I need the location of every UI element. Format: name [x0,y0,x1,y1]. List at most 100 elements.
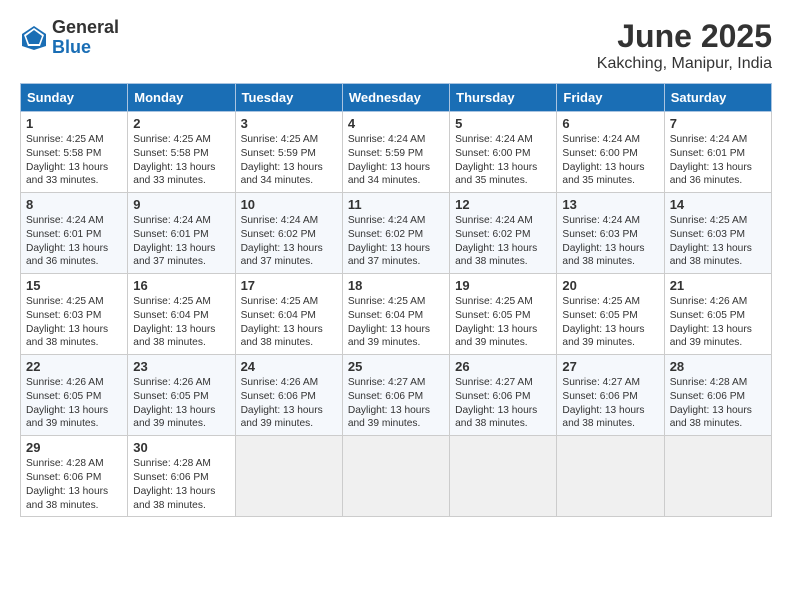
calendar-cell: 5 Sunrise: 4:24 AMSunset: 6:00 PMDaylight… [450,112,557,193]
day-number: 1 [26,116,122,131]
calendar-table: Sunday Monday Tuesday Wednesday Thursday… [20,83,772,517]
calendar-row-3: 22Sunrise: 4:26 AMSunset: 6:05 PMDayligh… [21,355,772,436]
day-number: 29 [26,440,122,455]
day-number: 6 [562,116,658,131]
day-info: Sunrise: 4:24 AMSunset: 5:59 PMDaylight:… [348,133,444,188]
day-info: Sunrise: 4:25 AMSunset: 6:03 PMDaylight:… [26,295,122,350]
day-info: Sunrise: 4:25 AMSunset: 5:59 PMDaylight:… [241,133,337,188]
day-number: 7 [670,116,766,131]
day-info: Sunrise: 4:26 AMSunset: 6:05 PMDaylight:… [670,295,766,350]
day-info: Sunrise: 4:25 AMSunset: 5:58 PMDaylight:… [133,133,229,188]
calendar-cell: 7Sunrise: 4:24 AMSunset: 6:01 PMDaylight… [664,112,771,193]
calendar-cell: 24 Sunrise: 4:26 AMSunset: 6:06 PMDayligh… [235,355,342,436]
day-info: Sunrise: 4:26 AMSunset: 6:05 PMDaylight:… [26,376,122,431]
day-info: Sunrise: 4:27 AMSunset: 6:06 PMDaylight:… [455,376,551,431]
day-info: Sunrise: 4:27 AMSunset: 6:06 PMDaylight:… [348,376,444,431]
logo-blue-text: Blue [52,38,119,58]
day-info: Sunrise: 4:24 AMSunset: 6:01 PMDaylight:… [133,214,229,269]
day-info: Sunrise: 4:24 AMSunset: 6:00 PMDaylight:… [562,133,658,188]
calendar-cell: 3 Sunrise: 4:25 AMSunset: 5:59 PMDaylight… [235,112,342,193]
day-info: Sunrise: 4:28 AMSunset: 6:06 PMDaylight:… [26,457,122,512]
logo-general-text: General [52,18,119,38]
day-number: 26 [455,359,551,374]
day-number: 20 [562,278,658,293]
calendar-cell: 13Sunrise: 4:24 AMSunset: 6:03 PMDayligh… [557,193,664,274]
logo-text: General Blue [52,18,119,58]
calendar-cell: 30 Sunrise: 4:28 AMSunset: 6:06 PMDayligh… [128,436,235,517]
calendar-cell: 17 Sunrise: 4:25 AMSunset: 6:04 PMDayligh… [235,274,342,355]
day-number: 16 [133,278,229,293]
calendar-cell: 25Sunrise: 4:27 AMSunset: 6:06 PMDayligh… [342,355,449,436]
day-info: Sunrise: 4:25 AMSunset: 6:05 PMDaylight:… [562,295,658,350]
calendar-cell: 2 Sunrise: 4:25 AMSunset: 5:58 PMDaylight… [128,112,235,193]
title-area: June 2025 Kakching, Manipur, India [597,18,772,73]
day-number: 4 [348,116,444,131]
day-number: 27 [562,359,658,374]
calendar-row-2: 15 Sunrise: 4:25 AMSunset: 6:03 PMDayligh… [21,274,772,355]
day-number: 3 [241,116,337,131]
day-info: Sunrise: 4:25 AMSunset: 6:04 PMDaylight:… [348,295,444,350]
calendar-cell: 26 Sunrise: 4:27 AMSunset: 6:06 PMDayligh… [450,355,557,436]
calendar-cell: 22Sunrise: 4:26 AMSunset: 6:05 PMDayligh… [21,355,128,436]
day-number: 30 [133,440,229,455]
day-info: Sunrise: 4:25 AMSunset: 6:05 PMDaylight:… [455,295,551,350]
calendar-cell: 9Sunrise: 4:24 AMSunset: 6:01 PMDaylight… [128,193,235,274]
calendar-cell: 16 Sunrise: 4:25 AMSunset: 6:04 PMDayligh… [128,274,235,355]
day-number: 15 [26,278,122,293]
day-number: 5 [455,116,551,131]
calendar-row-4: 29 Sunrise: 4:28 AMSunset: 6:06 PMDayligh… [21,436,772,517]
calendar-cell: 12Sunrise: 4:24 AMSunset: 6:02 PMDayligh… [450,193,557,274]
day-number: 17 [241,278,337,293]
day-number: 28 [670,359,766,374]
logo: General Blue [20,18,119,58]
day-info: Sunrise: 4:24 AMSunset: 6:00 PMDaylight:… [455,133,551,188]
calendar-cell [342,436,449,517]
calendar-cell: 20 Sunrise: 4:25 AMSunset: 6:05 PMDayligh… [557,274,664,355]
calendar-cell: 27 Sunrise: 4:27 AMSunset: 6:06 PMDayligh… [557,355,664,436]
day-info: Sunrise: 4:25 AMSunset: 5:58 PMDaylight:… [26,133,122,188]
calendar-cell [557,436,664,517]
day-info: Sunrise: 4:25 AMSunset: 6:04 PMDaylight:… [133,295,229,350]
day-info: Sunrise: 4:28 AMSunset: 6:06 PMDaylight:… [133,457,229,512]
day-info: Sunrise: 4:24 AMSunset: 6:01 PMDaylight:… [26,214,122,269]
calendar-cell: 11Sunrise: 4:24 AMSunset: 6:02 PMDayligh… [342,193,449,274]
day-info: Sunrise: 4:25 AMSunset: 6:03 PMDaylight:… [670,214,766,269]
header-sunday: Sunday [21,84,128,112]
day-number: 21 [670,278,766,293]
header-saturday: Saturday [664,84,771,112]
calendar-cell: 23 Sunrise: 4:26 AMSunset: 6:05 PMDayligh… [128,355,235,436]
day-info: Sunrise: 4:26 AMSunset: 6:05 PMDaylight:… [133,376,229,431]
day-info: Sunrise: 4:25 AMSunset: 6:04 PMDaylight:… [241,295,337,350]
calendar-cell: 4 Sunrise: 4:24 AMSunset: 5:59 PMDaylight… [342,112,449,193]
day-info: Sunrise: 4:24 AMSunset: 6:02 PMDaylight:… [455,214,551,269]
day-info: Sunrise: 4:24 AMSunset: 6:02 PMDaylight:… [241,214,337,269]
calendar-cell: 21 Sunrise: 4:26 AMSunset: 6:05 PMDayligh… [664,274,771,355]
calendar-cell: 1 Sunrise: 4:25 AMSunset: 5:58 PMDaylight… [21,112,128,193]
header-friday: Friday [557,84,664,112]
header-tuesday: Tuesday [235,84,342,112]
page-header: General Blue June 2025 Kakching, Manipur… [10,10,782,77]
calendar-cell: 28Sunrise: 4:28 AMSunset: 6:06 PMDayligh… [664,355,771,436]
day-number: 14 [670,197,766,212]
day-info: Sunrise: 4:26 AMSunset: 6:06 PMDaylight:… [241,376,337,431]
header-thursday: Thursday [450,84,557,112]
day-number: 24 [241,359,337,374]
header-row: Sunday Monday Tuesday Wednesday Thursday… [21,84,772,112]
day-number: 2 [133,116,229,131]
calendar-cell: 14 Sunrise: 4:25 AMSunset: 6:03 PMDayligh… [664,193,771,274]
logo-icon [20,24,48,52]
calendar-row-0: 1 Sunrise: 4:25 AMSunset: 5:58 PMDaylight… [21,112,772,193]
day-number: 18 [348,278,444,293]
day-number: 10 [241,197,337,212]
day-number: 13 [562,197,658,212]
header-wednesday: Wednesday [342,84,449,112]
day-number: 23 [133,359,229,374]
header-monday: Monday [128,84,235,112]
month-title: June 2025 [597,18,772,55]
day-info: Sunrise: 4:27 AMSunset: 6:06 PMDaylight:… [562,376,658,431]
calendar-cell [235,436,342,517]
calendar-cell: 19Sunrise: 4:25 AMSunset: 6:05 PMDayligh… [450,274,557,355]
day-number: 8 [26,197,122,212]
calendar-cell: 15 Sunrise: 4:25 AMSunset: 6:03 PMDayligh… [21,274,128,355]
calendar-cell: 10 Sunrise: 4:24 AMSunset: 6:02 PMDayligh… [235,193,342,274]
